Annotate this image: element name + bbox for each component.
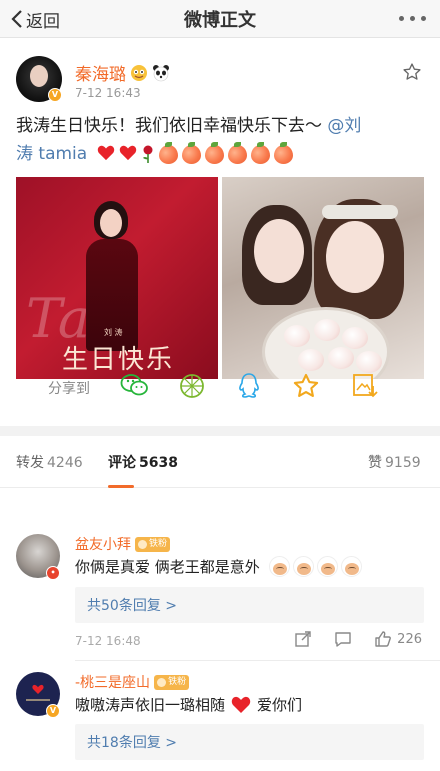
comment-text: 你俩是真爱 俩老王都是意外: [75, 558, 260, 576]
rose-icon: [142, 145, 153, 163]
cat-emoji-icon: [340, 556, 362, 577]
commenter-name[interactable]: 盆友小拜: [75, 534, 131, 554]
view-replies-button[interactable]: 共18条回复 >: [75, 724, 424, 760]
comment-text-row: 你俩是真爱 俩老王都是意外: [75, 556, 362, 577]
poster-caption: 生日快乐: [62, 345, 175, 375]
qq-icon: [239, 373, 259, 398]
star-icon: [293, 373, 319, 397]
tab-repost[interactable]: 转发 4246: [16, 452, 83, 472]
tab-likes-label: 赞: [368, 455, 382, 471]
tab-likes[interactable]: 赞 9159: [368, 452, 421, 472]
interaction-tabs: 转发 4246 评论 5638 赞 9159: [0, 436, 440, 488]
tab-likes-count: 9159: [385, 455, 421, 471]
share-favorite-button[interactable]: [292, 372, 320, 404]
post-image-selfie[interactable]: [222, 177, 424, 379]
comment-text-row: 嗷嗷涛声依旧一璐相随 爱你们: [75, 694, 302, 715]
vip-emoji-icon: [131, 64, 147, 81]
peach-icon: [158, 141, 178, 164]
heart-icon: [119, 145, 136, 160]
share-label: 分享到: [48, 381, 90, 397]
tab-repost-count: 4246: [47, 455, 83, 471]
star-outline-icon: [403, 63, 421, 80]
peach-icon: [227, 141, 247, 164]
post-image-birthday-poster[interactable]: Tao 刘 涛 生日快乐: [16, 177, 218, 379]
emoji-row: [97, 141, 293, 164]
comment-item: V -桃三是座山 铁粉 嗷嗷涛声依旧一璐相随 爱你们 共18条回复 >: [0, 660, 440, 771]
verified-badge-icon: V: [48, 88, 62, 102]
more-menu-button[interactable]: [399, 16, 426, 21]
share-icon[interactable]: [294, 630, 312, 648]
cat-emoji-icon: [316, 556, 338, 577]
verified-badge-icon: V: [46, 704, 60, 718]
comment-item: • 盆友小拜 铁粉 你俩是真爱 俩老王都是意外 共50条回复 > 7-12 16…: [0, 488, 440, 662]
share-moments-button[interactable]: [178, 372, 206, 404]
fan-badge: 铁粉: [135, 536, 171, 552]
comment-time: 7-12 16:48: [75, 634, 141, 648]
panda-icon: [153, 64, 169, 81]
comment-text: 嗷嗷涛声依旧一璐相随: [75, 696, 226, 714]
moments-icon: [180, 374, 204, 398]
nav-bar: 返回 微博正文: [0, 0, 440, 38]
thumbs-up-icon: [375, 631, 392, 647]
save-image-icon: [353, 374, 378, 398]
post-text: 我涛生日快乐！我们依旧幸福快乐下去～ @刘 涛 tamia: [16, 112, 426, 168]
tab-comments-count: 5638: [139, 455, 178, 471]
author-name[interactable]: 秦海璐: [75, 60, 126, 85]
poster-small-name: 刘 涛: [104, 328, 123, 337]
author-name-row[interactable]: 秦海璐: [75, 60, 170, 85]
wechat-icon: [120, 374, 148, 396]
heart-icon: [231, 696, 251, 713]
comment-icon[interactable]: [334, 630, 352, 648]
commenter-name-row[interactable]: 盆友小拜 铁粉: [75, 534, 171, 554]
tab-comments-label: 评论: [108, 455, 136, 471]
comment-actions: 226: [294, 630, 422, 648]
peach-icon: [273, 141, 293, 164]
commenter-name[interactable]: -桃三是座山: [75, 672, 150, 692]
user-badge-icon: •: [46, 566, 60, 580]
peach-icon: [181, 141, 201, 164]
comment-text-end: 爱你们: [257, 696, 303, 714]
commenter-name-row[interactable]: -桃三是座山 铁粉: [75, 672, 190, 692]
favorite-button[interactable]: [402, 62, 422, 86]
share-row: 分享到: [0, 372, 440, 412]
tab-repost-label: 转发: [16, 455, 44, 471]
share-qq-button[interactable]: [236, 372, 262, 404]
like-button[interactable]: 226: [374, 630, 422, 648]
cat-emoji-icon: [268, 556, 290, 577]
mention-link[interactable]: @刘: [327, 116, 361, 136]
tab-comments[interactable]: 评论 5638: [108, 452, 178, 472]
post-text-line1: 我涛生日快乐！我们依旧幸福快乐下去～: [16, 116, 322, 136]
cat-emoji-icon: [292, 556, 314, 577]
fan-badge: 铁粉: [154, 674, 190, 690]
more-dots-icon: [399, 16, 404, 21]
peach-icon: [204, 141, 224, 164]
page-title: 微博正文: [184, 10, 256, 31]
post-time: 7-12 16:43: [75, 86, 141, 100]
mention-link-cont[interactable]: 涛 tamia: [16, 144, 87, 164]
section-divider: [0, 426, 440, 436]
like-count: 226: [397, 631, 422, 647]
share-save-image-button[interactable]: [352, 372, 378, 404]
heart-icon: [97, 145, 114, 160]
peach-icon: [250, 141, 270, 164]
share-wechat-button[interactable]: [120, 372, 150, 404]
view-replies-button[interactable]: 共50条回复 >: [75, 587, 424, 623]
